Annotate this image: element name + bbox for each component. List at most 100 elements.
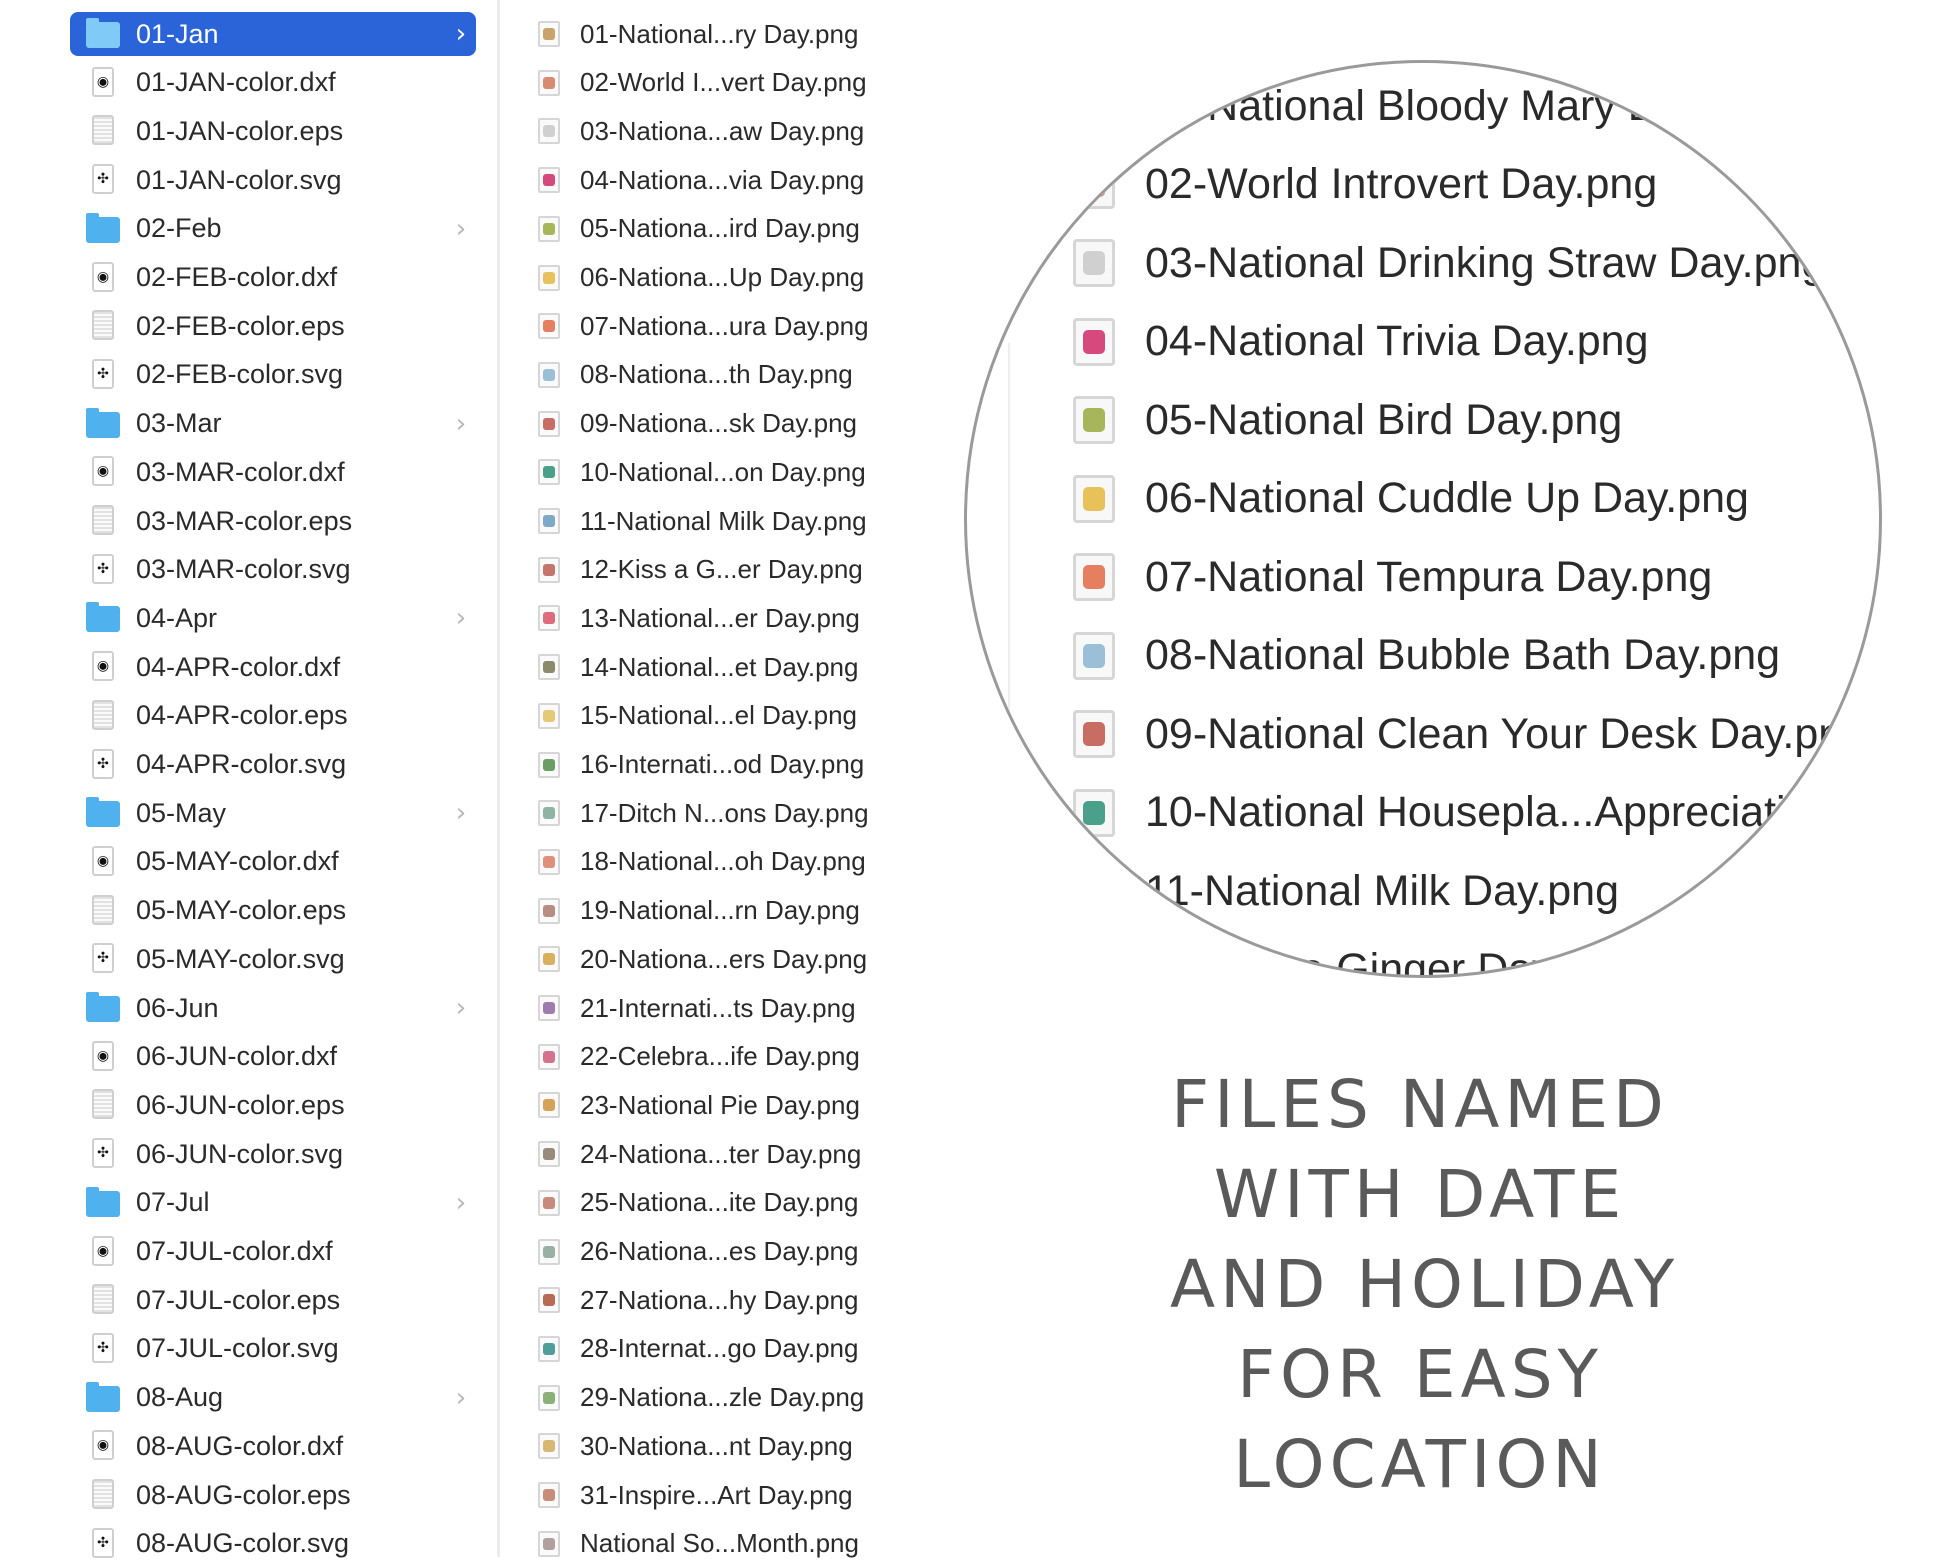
magnified-file-name: 12-Kiss a Ginger Day.png — [1145, 945, 1635, 978]
file-row[interactable]: ✣ 05-MAY-color.svg — [70, 937, 476, 981]
item-name: 08-AUG-color.svg — [136, 1528, 350, 1559]
png-file-row[interactable]: 07-Nationa...ura Day.png — [532, 304, 869, 348]
folder-row[interactable]: 07-Jul › — [70, 1181, 476, 1225]
file-row[interactable]: 03-MAR-color.eps — [70, 499, 476, 543]
image-thumbnail-icon — [1073, 317, 1115, 366]
png-file-row[interactable]: 03-Nationa...aw Day.png — [532, 109, 864, 153]
png-file-row[interactable]: 15-National...el Day.png — [532, 694, 857, 738]
image-thumbnail-icon — [538, 995, 560, 1021]
item-name: 03-MAR-color.dxf — [136, 456, 345, 487]
magnified-file-name: 10-National Housepla...Appreciation Day.… — [1145, 788, 1879, 836]
png-file-row[interactable]: 13-National...er Day.png — [532, 596, 860, 640]
png-file-row[interactable]: 24-Nationa...ter Day.png — [532, 1132, 861, 1176]
file-row[interactable]: 07-JUL-color.eps — [70, 1278, 476, 1322]
eps-file-icon — [86, 894, 120, 928]
file-row[interactable]: ◉ 08-AUG-color.dxf — [70, 1424, 476, 1468]
folder-row[interactable]: 05-May › — [70, 791, 476, 835]
folder-row[interactable]: 03-Mar › — [70, 402, 476, 446]
image-thumbnail-icon — [538, 605, 560, 632]
image-thumbnail-icon — [538, 410, 560, 437]
item-name: 03-MAR-color.eps — [136, 505, 353, 536]
file-name: 17-Ditch N...ons Day.png — [580, 797, 869, 828]
svg-file-icon: ✣ — [86, 942, 120, 976]
magnified-file-name: 11-National Milk Day.png — [1145, 866, 1620, 915]
column-divider[interactable] — [497, 0, 500, 1557]
png-file-row[interactable]: National So...Month.png — [532, 1522, 859, 1566]
folder-row[interactable]: 02-Feb › — [70, 207, 476, 251]
file-row[interactable]: ◉ 04-APR-color.dxf — [70, 645, 476, 689]
image-thumbnail-icon — [538, 946, 560, 973]
file-row[interactable]: ✣ 02-FEB-color.svg — [70, 353, 476, 397]
file-row[interactable]: ✣ 07-JUL-color.svg — [70, 1327, 476, 1371]
image-thumbnail-icon — [538, 1384, 560, 1411]
file-row[interactable]: 08-AUG-color.eps — [70, 1473, 476, 1517]
png-file-row[interactable]: 06-Nationa...Up Day.png — [532, 256, 864, 300]
png-file-row[interactable]: 21-Internati...ts Day.png — [532, 986, 856, 1030]
file-name: 06-Nationa...Up Day.png — [580, 262, 865, 292]
png-file-row[interactable]: 20-Nationa...ers Day.png — [532, 937, 867, 981]
file-row[interactable]: ✣ 08-AUG-color.svg — [70, 1522, 476, 1566]
item-name: 08-Aug — [136, 1382, 224, 1413]
png-file-row[interactable]: 28-Internat...go Day.png — [532, 1327, 858, 1371]
eps-file-icon — [86, 1478, 120, 1512]
item-name: 06-JUN-color.dxf — [136, 1041, 338, 1072]
item-name: 07-JUL-color.dxf — [136, 1236, 333, 1266]
file-row[interactable]: ◉ 02-FEB-color.dxf — [70, 256, 476, 300]
png-file-row[interactable]: 02-World I...vert Day.png — [532, 61, 867, 105]
file-name: 21-Internati...ts Day.png — [580, 992, 856, 1023]
magnified-file-row: 11-National Milk Day.png — [1073, 856, 1619, 926]
png-file-row[interactable]: 18-National...oh Day.png — [532, 840, 866, 884]
png-file-row[interactable]: 19-National...rn Day.png — [532, 889, 860, 933]
magnified-file-name: 02-World Introvert Day.png — [1145, 160, 1658, 208]
file-row[interactable]: ✣ 04-APR-color.svg — [70, 743, 476, 787]
magnified-file-row: 07-National Tempura Day.png — [1073, 542, 1712, 612]
png-file-row[interactable]: 05-Nationa...ird Day.png — [532, 207, 860, 251]
item-name: 07-JUL-color.svg — [136, 1333, 339, 1364]
folder-row[interactable]: 08-Aug › — [70, 1376, 476, 1420]
image-thumbnail-icon — [538, 167, 560, 194]
png-file-row[interactable]: 10-National...on Day.png — [532, 450, 866, 494]
png-file-row[interactable]: 27-Nationa...hy Day.png — [532, 1278, 858, 1322]
file-row[interactable]: ✣ 01-JAN-color.svg — [70, 158, 476, 202]
file-row[interactable]: 05-MAY-color.eps — [70, 889, 476, 933]
file-name: 01-National...ry Day.png — [580, 18, 859, 49]
folder-row[interactable]: 01-Jan › — [70, 12, 476, 56]
item-name: 04-APR-color.dxf — [136, 651, 341, 682]
png-file-row[interactable]: 31-Inspire...Art Day.png — [532, 1473, 853, 1517]
caption-line: LOCATION — [1233, 1426, 1607, 1503]
folder-row[interactable]: 06-Jun › — [70, 986, 476, 1030]
file-row[interactable]: ✣ 06-JUN-color.svg — [70, 1132, 476, 1176]
file-row[interactable]: ◉ 03-MAR-color.dxf — [70, 450, 476, 494]
image-thumbnail-icon — [1073, 474, 1115, 523]
file-row[interactable]: ◉ 07-JUL-color.dxf — [70, 1230, 476, 1274]
png-file-row[interactable]: 17-Ditch N...ons Day.png — [532, 791, 869, 835]
file-name: 12-Kiss a G...er Day.png — [580, 554, 863, 585]
png-file-row[interactable]: 11-National Milk Day.png — [532, 499, 867, 543]
folder-icon — [86, 1186, 120, 1220]
file-row[interactable]: 04-APR-color.eps — [70, 694, 476, 738]
png-file-row[interactable]: 14-National...et Day.png — [532, 645, 858, 689]
file-row[interactable]: ◉ 06-JUN-color.dxf — [70, 1035, 476, 1079]
png-file-row[interactable]: 16-Internati...od Day.png — [532, 743, 864, 787]
file-row[interactable]: ◉ 05-MAY-color.dxf — [70, 840, 476, 884]
png-file-row[interactable]: 26-Nationa...es Day.png — [532, 1230, 858, 1274]
file-row[interactable]: 06-JUN-color.eps — [70, 1083, 476, 1127]
magnified-file-name: 09-National Clean Your Desk Day.png — [1145, 709, 1867, 758]
chevron-right-icon: › — [455, 1187, 467, 1218]
folder-row[interactable]: 04-Apr › — [70, 596, 476, 640]
png-file-row[interactable]: 12-Kiss a G...er Day.png — [532, 548, 863, 592]
file-row[interactable]: ✣ 03-MAR-color.svg — [70, 548, 476, 592]
png-file-row[interactable]: 29-Nationa...zle Day.png — [532, 1376, 864, 1420]
png-file-row[interactable]: 23-National Pie Day.png — [532, 1083, 860, 1127]
png-file-row[interactable]: 22-Celebra...ife Day.png — [532, 1035, 860, 1079]
png-file-row[interactable]: 25-Nationa...ite Day.png — [532, 1181, 858, 1225]
image-thumbnail-icon — [538, 1335, 560, 1362]
file-row[interactable]: 01-JAN-color.eps — [70, 109, 476, 153]
png-file-row[interactable]: 01-National...ry Day.png — [532, 12, 858, 56]
png-file-row[interactable]: 08-Nationa...th Day.png — [532, 353, 853, 397]
file-row[interactable]: ◉ 01-JAN-color.dxf — [70, 61, 476, 105]
file-row[interactable]: 02-FEB-color.eps — [70, 304, 476, 348]
png-file-row[interactable]: 09-Nationa...sk Day.png — [532, 402, 857, 446]
png-file-row[interactable]: 30-Nationa...nt Day.png — [532, 1424, 853, 1468]
png-file-row[interactable]: 04-Nationa...via Day.png — [532, 158, 864, 202]
